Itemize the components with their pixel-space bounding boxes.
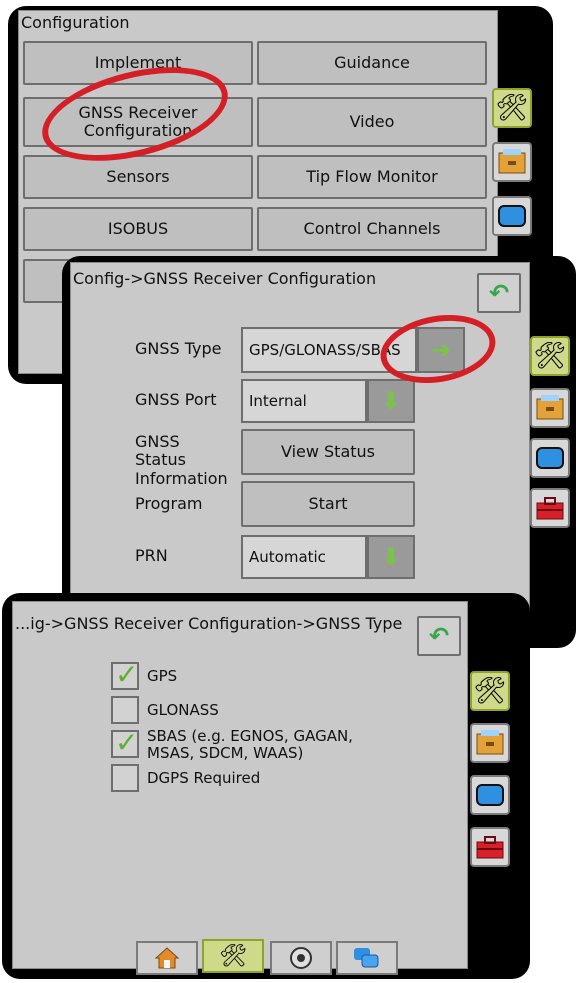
sbas-checkbox[interactable]: ✓ xyxy=(111,726,139,759)
gnss-type-label: GNSS Type xyxy=(135,339,222,358)
toolbox-tab[interactable] xyxy=(470,827,510,867)
tools-tab[interactable]: 🛠 xyxy=(530,336,570,376)
storage-icon xyxy=(476,730,504,755)
display-icon xyxy=(476,784,504,806)
gnss-type-screen: ...ig->GNSS Receiver Configuration->GNSS… xyxy=(2,593,530,979)
storage-tab[interactable] xyxy=(530,388,570,428)
display-tab[interactable] xyxy=(470,775,510,815)
glonass-label: GLONASS xyxy=(147,701,219,719)
gnss-status-label: GNSS Status Information xyxy=(135,432,228,488)
video-button[interactable]: Video xyxy=(257,97,487,147)
gauge-icon xyxy=(290,947,312,969)
prn-label: PRN xyxy=(135,546,168,565)
guidance-button[interactable]: Guidance xyxy=(257,41,487,85)
storage-icon xyxy=(498,149,526,174)
toolbox-icon xyxy=(476,836,504,859)
toolbox-tab[interactable] xyxy=(530,488,570,528)
glonass-checkbox[interactable] xyxy=(111,696,139,724)
storage-tab[interactable] xyxy=(492,142,532,182)
windows-tab[interactable] xyxy=(336,941,398,975)
back-arrow-icon: ↶ xyxy=(428,621,450,650)
sensors-button[interactable]: Sensors xyxy=(23,155,253,199)
page-title: ...ig->GNSS Receiver Configuration->GNSS… xyxy=(15,614,403,633)
tools-tab[interactable]: 🛠 xyxy=(470,671,510,711)
gps-label: GPS xyxy=(147,667,178,685)
back-button[interactable]: ↶ xyxy=(417,616,461,656)
arrow-down-icon: ⬇ xyxy=(380,387,402,415)
gnss-port-field[interactable]: Internal xyxy=(241,379,367,423)
gauge-tab[interactable] xyxy=(270,941,332,975)
view-status-button[interactable]: View Status xyxy=(241,429,415,475)
dgps-required-label: DGPS Required xyxy=(147,769,261,787)
prn-field[interactable]: Automatic xyxy=(241,535,367,579)
gnss-port-label: GNSS Port xyxy=(135,390,217,409)
tools-icon: 🛠 xyxy=(533,341,567,371)
page-title: Configuration xyxy=(21,13,130,32)
display-icon xyxy=(536,447,564,469)
back-arrow-icon: ↶ xyxy=(488,278,510,307)
display-tab[interactable] xyxy=(530,438,570,478)
storage-icon xyxy=(536,395,564,420)
back-button[interactable]: ↶ xyxy=(477,273,521,313)
arrow-down-icon: ⬇ xyxy=(380,543,402,571)
program-label: Program xyxy=(135,494,203,513)
display-icon xyxy=(498,205,526,227)
dgps-required-checkbox[interactable] xyxy=(111,764,139,792)
start-button[interactable]: Start xyxy=(241,481,415,527)
home-icon xyxy=(154,947,180,969)
tip-flow-monitor-button[interactable]: Tip Flow Monitor xyxy=(257,155,487,199)
prn-dropdown-button[interactable]: ⬇ xyxy=(367,535,415,579)
gnss-type-panel: ...ig->GNSS Receiver Configuration->GNSS… xyxy=(12,601,468,969)
tools-bottom-tab[interactable]: 🛠 xyxy=(202,939,264,973)
tools-icon: 🛠 xyxy=(473,676,507,706)
toolbox-icon xyxy=(536,497,564,520)
checkmark-icon: ✓ xyxy=(115,658,139,691)
page-title: Config->GNSS Receiver Configuration xyxy=(73,269,377,288)
storage-tab[interactable] xyxy=(470,723,510,763)
checkmark-icon: ✓ xyxy=(115,726,139,759)
sbas-label: SBAS (e.g. EGNOS, GAGAN, MSAS, SDCM, WAA… xyxy=(147,727,353,763)
gnss-receiver-config-screen: Config->GNSS Receiver Configuration ↶ GN… xyxy=(62,256,576,648)
gps-checkbox[interactable]: ✓ xyxy=(111,658,139,691)
control-channels-button[interactable]: Control Channels xyxy=(257,207,487,251)
tools-icon: 🛠 xyxy=(495,93,529,123)
display-tab[interactable] xyxy=(492,196,532,236)
tools-tab[interactable]: 🛠 xyxy=(492,88,532,128)
home-tab[interactable] xyxy=(136,941,198,975)
gnss-port-dropdown-button[interactable]: ⬇ xyxy=(367,379,415,423)
windows-icon xyxy=(354,948,379,968)
isobus-button[interactable]: ISOBUS xyxy=(23,207,253,251)
tools-icon: 🛠 xyxy=(219,943,247,969)
